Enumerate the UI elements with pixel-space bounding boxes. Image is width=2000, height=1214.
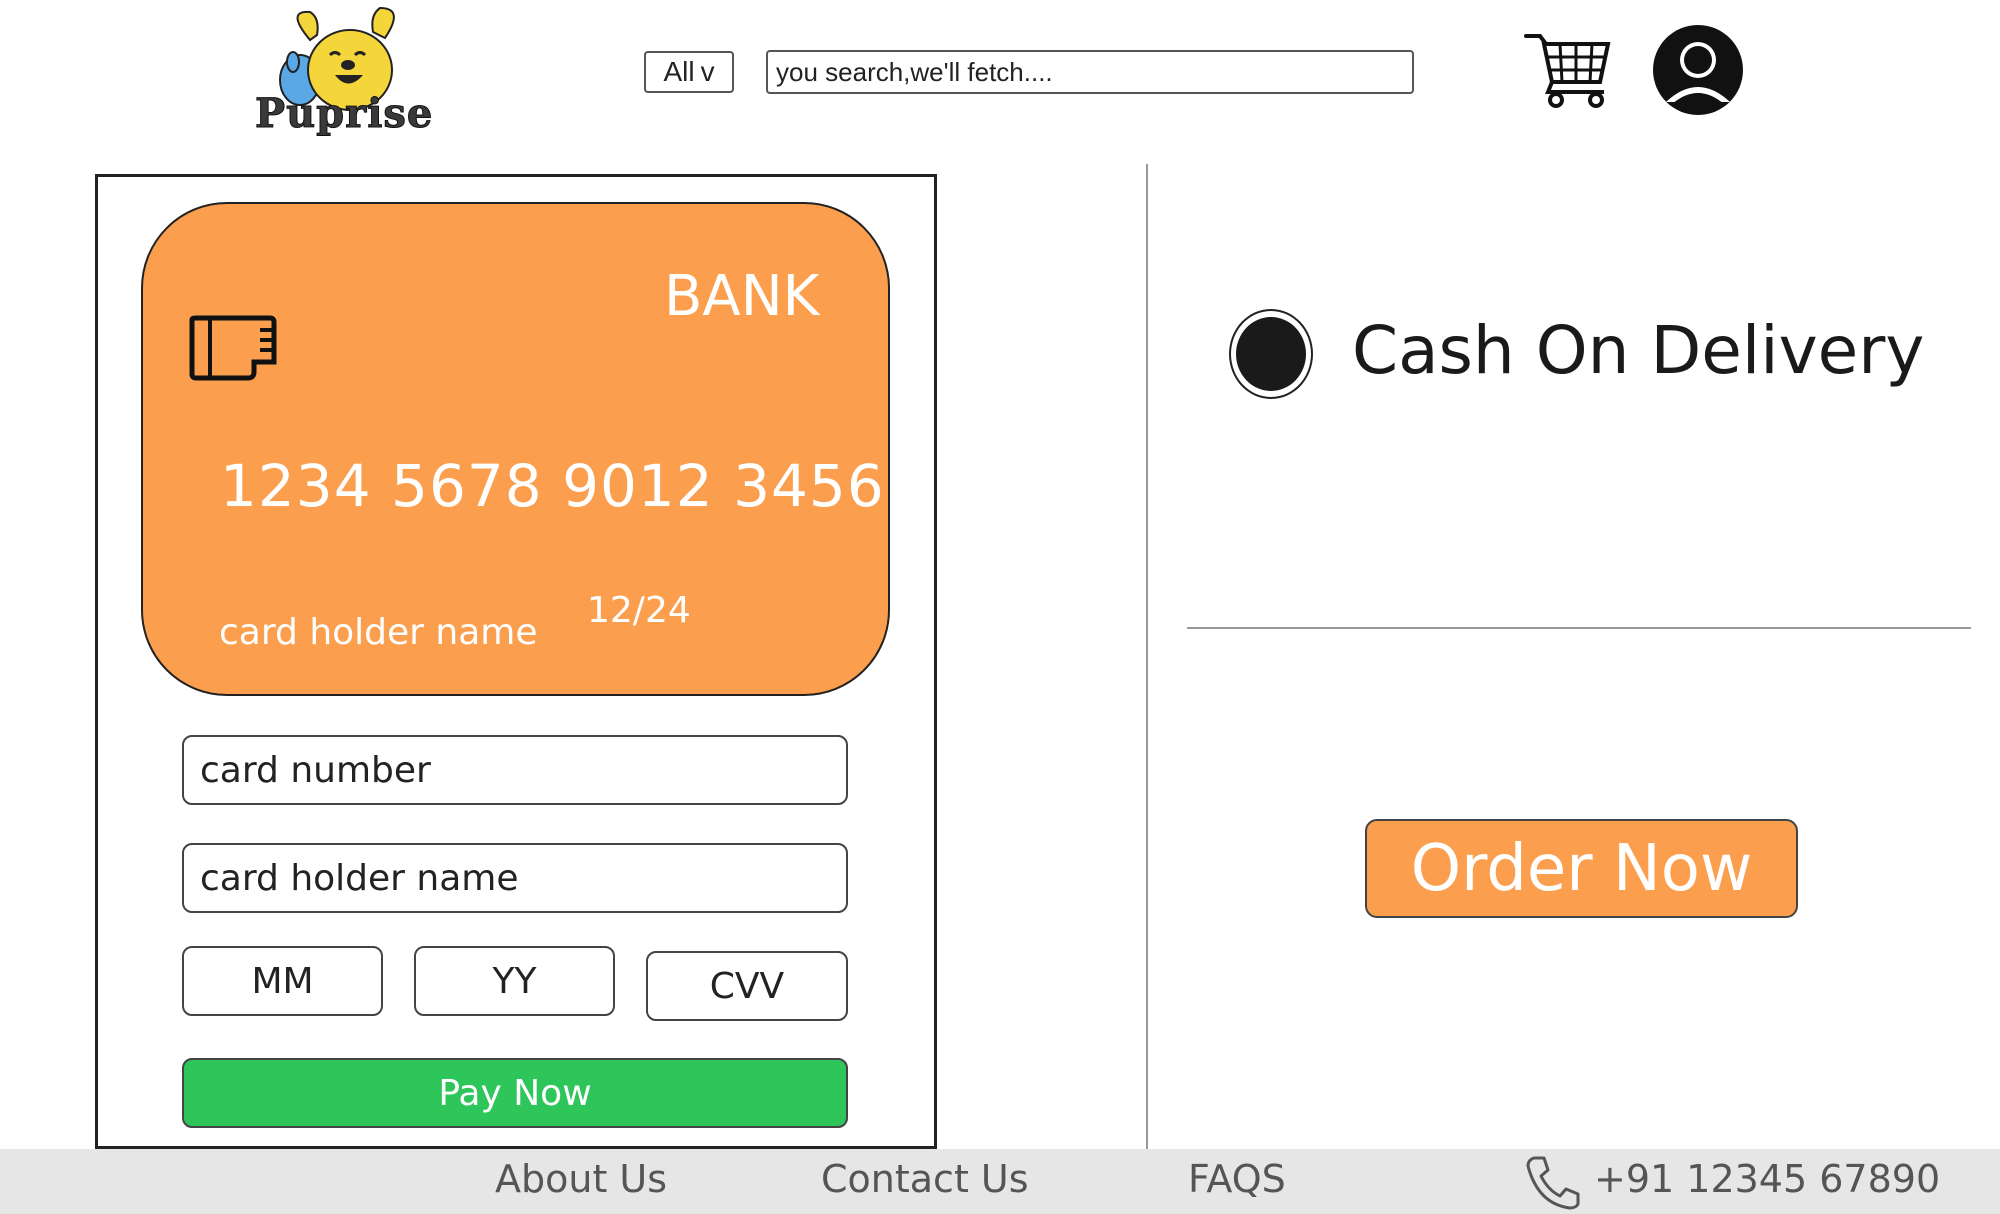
card-holder-display: card holder name: [219, 612, 538, 653]
search-input[interactable]: [766, 50, 1414, 94]
phone-icon: [1526, 1156, 1580, 1210]
profile-icon[interactable]: [1652, 24, 1744, 116]
expiry-year-input[interactable]: [414, 946, 615, 1016]
expiry-month-input[interactable]: [182, 946, 383, 1016]
chevron-down-icon: v: [700, 56, 715, 87]
vertical-divider: [1146, 164, 1148, 1149]
bank-label: BANK: [664, 264, 820, 329]
footer-link-about[interactable]: About Us: [495, 1157, 667, 1201]
chip-icon: [189, 315, 277, 381]
card-number-input[interactable]: [182, 735, 848, 805]
card-holder-input[interactable]: [182, 843, 848, 913]
pay-now-button[interactable]: Pay Now: [182, 1058, 848, 1128]
footer-link-contact[interactable]: Contact Us: [821, 1157, 1029, 1201]
footer-phone-number: +91 12345 67890: [1594, 1157, 1941, 1201]
logo-wordmark: Puprise: [255, 90, 434, 138]
cvv-input[interactable]: [646, 951, 848, 1021]
cod-radio-button[interactable]: [1229, 309, 1313, 399]
category-select-value: All: [663, 56, 695, 87]
cod-label: Cash On Delivery: [1352, 312, 1925, 389]
footer-link-faqs[interactable]: FAQS: [1188, 1157, 1286, 1201]
order-now-button[interactable]: Order Now: [1365, 819, 1798, 918]
horizontal-divider: [1187, 627, 1971, 629]
card-number-display: 1234 5678 9012 3456: [220, 452, 885, 520]
card-expiry-display: 12/24: [587, 590, 691, 631]
cart-icon[interactable]: [1524, 30, 1612, 108]
radio-selected-dot: [1236, 317, 1306, 391]
category-select[interactable]: All v: [644, 51, 734, 93]
